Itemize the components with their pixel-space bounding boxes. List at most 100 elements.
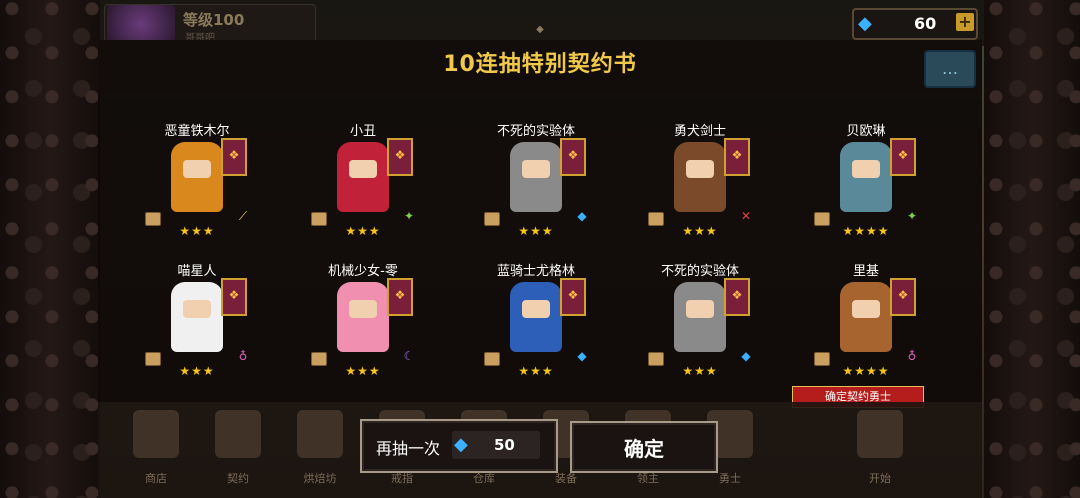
hero-card[interactable]: 勇犬剑士 ❖ ✕ ★★★	[630, 120, 770, 248]
draw-again-label: 再抽一次	[376, 439, 441, 458]
hero-sprite	[510, 282, 562, 352]
confirm-button[interactable]: 确定	[570, 421, 718, 473]
draw-again-button[interactable]: 再抽一次 ◆ 50	[360, 419, 558, 473]
hero-body	[854, 182, 878, 206]
hero-face	[686, 300, 714, 318]
hero-body	[351, 182, 375, 206]
hero-body	[351, 322, 375, 346]
nav-item[interactable]: 契约	[208, 470, 268, 486]
hero-name: 不死的实验体	[496, 124, 575, 139]
hero-name: 里基	[852, 264, 879, 279]
hero-card[interactable]: 恶童铁木尔 ❖ ⟋ ★★★	[127, 120, 267, 248]
add-gems-button[interactable]: +	[956, 13, 974, 31]
hero-body	[854, 322, 878, 346]
weapon-type-icon: ✦	[403, 209, 415, 223]
new-hero-banner-icon: ❖	[724, 138, 750, 176]
hero-body	[688, 322, 712, 346]
gem-counter: ◆ 60 +	[852, 8, 978, 40]
hero-face	[183, 160, 211, 178]
hero-sprite	[840, 142, 892, 212]
hero-sprite	[337, 282, 389, 352]
hero-stars: ★★★★	[842, 224, 890, 238]
hero-sprite	[337, 142, 389, 212]
hero-card[interactable]: 贝欧琳 ❖ ✦ ★★★★	[796, 120, 936, 248]
nav-item[interactable]: 商店	[126, 470, 186, 486]
hero-body	[524, 182, 548, 206]
hero-body	[185, 182, 209, 206]
diamond-icon: ◆	[858, 13, 872, 34]
nav-icon	[215, 410, 261, 458]
new-hero-banner-icon: ❖	[387, 138, 413, 176]
hero-body	[524, 322, 548, 346]
hero-name: 贝欧琳	[846, 124, 886, 139]
weapon-type-icon: ◆	[577, 209, 587, 223]
hero-face	[852, 300, 880, 318]
hero-stars: ★★★	[682, 224, 718, 238]
hero-face	[522, 300, 550, 318]
avatar	[107, 5, 175, 43]
nav-icon	[857, 410, 903, 458]
hero-face	[522, 160, 550, 178]
hero-name: 勇犬剑士	[673, 124, 726, 139]
weapon-type-icon: ♁	[907, 349, 917, 363]
nav-item[interactable]: 开始	[850, 470, 910, 486]
weapon-type-icon: ◆	[577, 349, 587, 363]
hero-sprite	[171, 282, 223, 352]
nav-item[interactable]: 烘焙坊	[290, 470, 350, 486]
hero-card[interactable]: 喵星人 ❖ ♁ ★★★	[127, 260, 267, 388]
hero-card[interactable]: 小丑 ❖ ✦ ★★★	[293, 120, 433, 248]
hero-stars: ★★★	[345, 364, 381, 378]
hero-stars: ★★★	[518, 224, 554, 238]
confirm-label: 确定	[624, 437, 664, 461]
hero-name: 小丑	[349, 124, 376, 139]
hero-card[interactable]: 机械少女-零 ❖ ☾ ★★★	[293, 260, 433, 388]
hero-body	[688, 182, 712, 206]
hero-stars: ★★★	[345, 224, 381, 238]
hero-face	[686, 160, 714, 178]
weapon-type-icon: ♁	[238, 349, 248, 363]
diamond-icon: ◆	[454, 434, 468, 455]
hero-face	[349, 160, 377, 178]
hero-body	[185, 322, 209, 346]
new-hero-banner-icon: ❖	[560, 138, 586, 176]
hero-sprite	[171, 142, 223, 212]
hero-name: 机械少女-零	[328, 264, 398, 279]
nav-icon	[133, 410, 179, 458]
weapon-type-icon: ✕	[740, 209, 752, 223]
hero-face	[349, 300, 377, 318]
weapon-type-icon: ◆	[741, 349, 751, 363]
hero-stars: ★★★	[179, 224, 215, 238]
new-hero-banner-icon: ❖	[221, 138, 247, 176]
hero-card[interactable]: 不死的实验体 ❖ ◆ ★★★	[466, 120, 606, 248]
hero-sprite	[840, 282, 892, 352]
hero-stars: ★★★	[682, 364, 718, 378]
hero-sprite	[674, 282, 726, 352]
draw-cost-value: 50	[494, 436, 515, 454]
hero-name: 喵星人	[177, 264, 217, 279]
hero-stars: ★★★	[518, 364, 554, 378]
new-hero-banner-icon: ❖	[724, 278, 750, 316]
hero-sprite	[674, 142, 726, 212]
title-ornament-icon: ◆	[536, 24, 544, 35]
nav-icon	[297, 410, 343, 458]
hero-name: 恶童铁木尔	[164, 124, 230, 139]
hero-name: 蓝骑士尤格林	[496, 264, 575, 279]
hero-card[interactable]: 里基 ❖ ♁ ★★★★	[796, 260, 936, 388]
hero-card[interactable]: 不死的实验体 ❖ ◆ ★★★	[630, 260, 770, 388]
weapon-type-icon: ✦	[906, 209, 918, 223]
hero-face	[183, 300, 211, 318]
new-hero-banner-icon: ❖	[560, 278, 586, 316]
new-hero-banner-icon: ❖	[890, 278, 916, 316]
new-hero-banner-icon: ❖	[890, 138, 916, 176]
chat-button[interactable]: …	[924, 50, 976, 88]
hero-stars: ★★★★	[842, 364, 890, 378]
hero-sprite	[510, 142, 562, 212]
hero-stars: ★★★	[179, 364, 215, 378]
new-hero-banner-icon: ❖	[387, 278, 413, 316]
draw-cost: ◆ 50	[452, 431, 540, 459]
weapon-type-icon: ⟋	[238, 209, 248, 223]
modal-title: 10连抽特别契约书	[443, 52, 637, 77]
hero-card[interactable]: 蓝骑士尤格林 ❖ ◆ ★★★	[466, 260, 606, 388]
hero-name: 不死的实验体	[660, 264, 739, 279]
gem-count: 60	[914, 14, 937, 33]
